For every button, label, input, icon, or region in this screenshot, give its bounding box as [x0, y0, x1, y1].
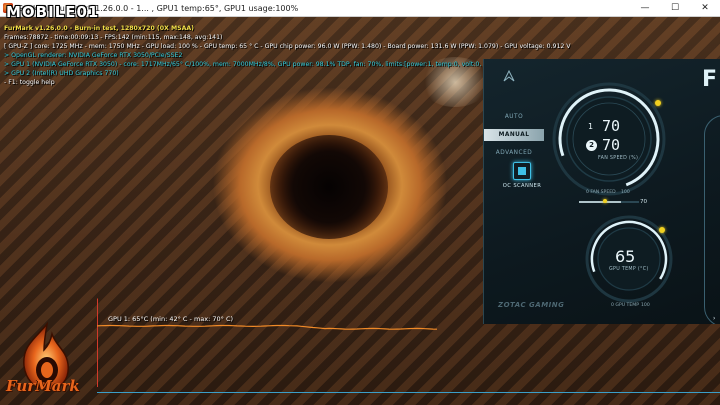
fan-slider-handle[interactable] [603, 199, 607, 203]
zotac-gaming-brand: ZOTAC GAMING [498, 301, 565, 309]
hud-title: FurMark v1.26.0.0 - Burn-in test, 1280x7… [4, 25, 194, 32]
gpu-temp-scale-max: 100 [641, 303, 650, 308]
gpu-temp-label: GPU TEMP (°C) [609, 267, 649, 272]
panel-next-arrow-icon[interactable]: › [713, 315, 715, 322]
hud-gpu1: > GPU 1 (NVIDIA GeForce RTX 3050) - core… [4, 61, 501, 68]
maximize-button[interactable]: ☐ [660, 0, 690, 16]
mobile01-watermark-logo: MOBILE01 [6, 3, 100, 21]
temp-gauge-indicator-icon [659, 227, 665, 233]
temperature-graph-line [97, 324, 438, 330]
next-gauge-edge [704, 115, 720, 324]
gpu-temp-value: 65 [615, 247, 636, 266]
fan-1-index: 1 [588, 122, 594, 131]
hud-gpu2: > GPU 2 (Intel(R) UHD Graphics 770) [4, 70, 119, 77]
window-title-bar: Geeks3D FurMark v1.26.0.0 - 1... , GPU1 … [0, 0, 720, 17]
fan-scale-max: 100 [621, 190, 630, 195]
hud-renderer: > OpenGL renderer: NVIDIA GeForce RTX 30… [4, 52, 183, 59]
gpu-temp-scale-min: 0 GPU TEMP [611, 303, 639, 308]
firestorm-corner-letter: F [702, 67, 718, 92]
fan-speed-label: FAN SPEED (%) [598, 156, 639, 161]
fur-eye-pupil [270, 135, 388, 239]
zotac-firestorm-panel: AUTO MANUAL ADVANCED OC SCANNER 1 70 2 7… [483, 59, 720, 324]
fan-1-speed-value: 70 [602, 117, 621, 135]
hud-frames: Frames:78872 - time:00:09:13 - FPS:142 (… [4, 34, 223, 41]
hud-help: - F1: toggle help [4, 79, 55, 86]
furmark-logo-text: FurMark [6, 377, 80, 395]
fan-2-speed-value: 70 [602, 136, 621, 154]
fan-slider-value: 70 [640, 199, 648, 205]
close-button[interactable]: ✕ [690, 0, 720, 16]
minimize-button[interactable]: — [630, 0, 660, 16]
hud-gpuz: [ GPU-Z ] core: 1725 MHz - mem: 1750 MHz… [4, 43, 571, 50]
fan-gauge-indicator-icon [655, 100, 661, 106]
fan-scale-min: 0 FAN SPEED [586, 190, 616, 195]
temperature-series [97, 324, 438, 330]
temperature-graph-baseline [97, 392, 720, 393]
fan-2-index: 2 [586, 140, 597, 151]
